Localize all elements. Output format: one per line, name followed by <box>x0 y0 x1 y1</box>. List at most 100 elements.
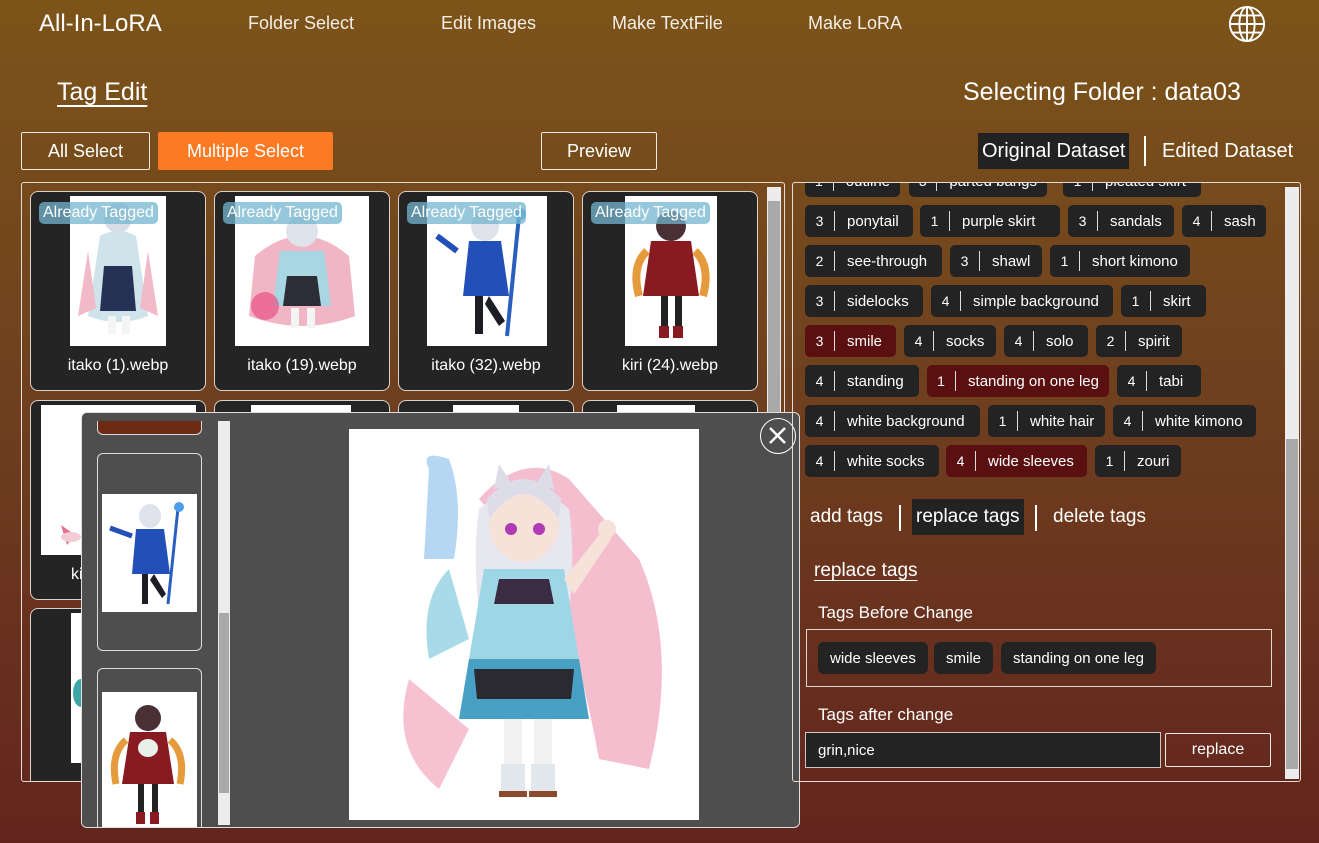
nav-make-lora[interactable]: Make LoRA <box>808 13 902 34</box>
tag-chip[interactable]: 3 smile <box>805 325 896 357</box>
tag-chip[interactable]: 2 see-through <box>805 245 942 277</box>
preview-scrollbar-thumb[interactable] <box>219 613 229 793</box>
multiple-select-button[interactable]: Multiple Select <box>158 132 333 170</box>
tag-name: skirt <box>1163 292 1191 310</box>
tag-count: 1 <box>927 371 957 391</box>
tag-count: 4 <box>805 371 835 391</box>
tag-chip[interactable]: 1 zouri <box>1095 445 1181 477</box>
tag-count: 1 <box>1063 183 1093 191</box>
tag-chip[interactable]: 1 white hair <box>988 405 1105 437</box>
thumbnail-item[interactable] <box>97 453 202 651</box>
tab-original-dataset[interactable]: Original Dataset <box>978 133 1130 169</box>
tag-count: 4 <box>1004 331 1034 351</box>
tab-divider <box>1144 136 1146 166</box>
preview-scrollbar[interactable] <box>218 421 230 825</box>
tags-after-label: Tags after change <box>818 705 954 724</box>
tags-after-input[interactable] <box>805 732 1161 768</box>
tag-count: 1 <box>920 211 950 231</box>
op-divider <box>1035 505 1037 531</box>
image-filename: kiri (24).webp <box>621 357 719 374</box>
delete-tags-tab[interactable]: delete tags <box>1049 499 1150 535</box>
tag-chip[interactable]: 4 simple background <box>931 285 1113 317</box>
close-icon <box>769 427 786 444</box>
tag-name: white socks <box>847 452 925 470</box>
nav-edit-images[interactable]: Edit Images <box>441 13 536 34</box>
tag-chip[interactable]: 1 short kimono <box>1050 245 1190 277</box>
image-filename: itako (19).webp <box>247 357 357 374</box>
thumbnail-item-partial[interactable] <box>97 421 202 435</box>
tag-chip[interactable]: 3 ponytail <box>805 205 913 237</box>
close-preview-button[interactable] <box>760 418 796 454</box>
globe-icon[interactable] <box>1228 5 1266 43</box>
already-tagged-badge: Already Tagged <box>591 202 710 224</box>
before-tag-chip[interactable]: wide sleeves <box>818 642 928 674</box>
tag-count: 4 <box>904 331 934 351</box>
before-tag-chip[interactable]: standing on one leg <box>1001 642 1156 674</box>
tag-chip[interactable]: 2 spirit <box>1096 325 1182 357</box>
tag-chip[interactable]: 3 sidelocks <box>805 285 923 317</box>
tag-chip[interactable]: 3 sandals <box>1068 205 1174 237</box>
app-title[interactable]: All-In-LoRA <box>39 10 162 38</box>
tag-count: 4 <box>805 411 835 431</box>
tag-chip[interactable]: 4 standing <box>805 365 919 397</box>
tag-chip[interactable]: 4 wide sleeves <box>946 445 1087 477</box>
tag-chip[interactable]: 1outline <box>805 183 900 197</box>
preview-image <box>349 429 699 820</box>
tag-chip[interactable]: 4 solo <box>1004 325 1088 357</box>
preview-button[interactable]: Preview <box>541 132 657 170</box>
tag-count: 3 <box>909 183 938 191</box>
tag-count: 2 <box>1096 331 1126 351</box>
tag-count: 4 <box>805 451 835 471</box>
tag-chip[interactable]: 1 skirt <box>1121 285 1206 317</box>
tag-chip[interactable]: 4 tabi <box>1117 365 1201 397</box>
thumbnail-item[interactable] <box>97 668 202 827</box>
tag-chip[interactable]: 1pleated skirt <box>1063 183 1201 197</box>
tag-count: 1 <box>988 411 1018 431</box>
tag-count: 3 <box>1068 211 1098 231</box>
tag-count: 4 <box>946 451 976 471</box>
tag-name: see-through <box>847 252 928 270</box>
tag-chip[interactable]: 4 socks <box>904 325 996 357</box>
thumbnail-image <box>102 494 197 612</box>
before-tag-chip[interactable]: smile <box>934 642 994 674</box>
replace-submit-button[interactable]: replace <box>1165 733 1271 767</box>
tag-count: 4 <box>1182 211 1212 231</box>
tag-count: 1 <box>805 183 834 191</box>
tag-chip[interactable]: 1 purple skirt <box>920 205 1060 237</box>
tag-count: 4 <box>1117 371 1147 391</box>
tag-scrollbar-thumb[interactable] <box>1286 439 1298 769</box>
tag-count: 4 <box>931 291 961 311</box>
all-select-button[interactable]: All Select <box>21 132 150 170</box>
preview-thumbnail-list <box>82 413 234 827</box>
tag-count: 4 <box>1113 411 1143 431</box>
tag-name: shawl <box>992 252 1031 270</box>
image-card[interactable]: Already Tagged itako (19).webp <box>214 191 390 391</box>
tags-before-label: Tags Before Change <box>818 603 973 622</box>
tag-chip[interactable]: 4 white socks <box>805 445 939 477</box>
tag-chip[interactable]: 3 shawl <box>950 245 1042 277</box>
tab-edited-dataset[interactable]: Edited Dataset <box>1158 133 1297 169</box>
already-tagged-badge: Already Tagged <box>407 202 526 224</box>
image-card[interactable]: Already Tagged kiri (24).webp <box>582 191 758 391</box>
tag-chip[interactable]: 3parted bangs <box>909 183 1047 197</box>
image-card[interactable]: Already Tagged itako (1).webp <box>30 191 206 391</box>
replace-tags-tab[interactable]: replace tags <box>912 499 1024 535</box>
tag-chip[interactable]: 4 sash <box>1182 205 1266 237</box>
tag-name: sandals <box>1110 212 1162 230</box>
tag-count: 3 <box>805 291 835 311</box>
tag-name: short kimono <box>1092 252 1178 270</box>
tag-name: white kimono <box>1155 412 1243 430</box>
image-filename: itako (32).webp <box>431 357 541 374</box>
tag-count: 3 <box>950 251 980 271</box>
image-card[interactable]: Already Tagged itako (32).webp <box>398 191 574 391</box>
tag-chip[interactable]: 1 standing on one leg <box>927 365 1109 397</box>
nav-folder-select[interactable]: Folder Select <box>248 13 354 34</box>
add-tags-tab[interactable]: add tags <box>806 499 887 535</box>
tag-name: wide sleeves <box>988 452 1074 470</box>
tag-chip[interactable]: 4 white kimono <box>1113 405 1256 437</box>
nav-make-textfile[interactable]: Make TextFile <box>612 13 723 34</box>
tag-name: sidelocks <box>847 292 909 310</box>
tag-name: white hair <box>1030 412 1095 430</box>
tag-scrollbar[interactable] <box>1285 187 1299 779</box>
tag-chip[interactable]: 4 white background <box>805 405 980 437</box>
